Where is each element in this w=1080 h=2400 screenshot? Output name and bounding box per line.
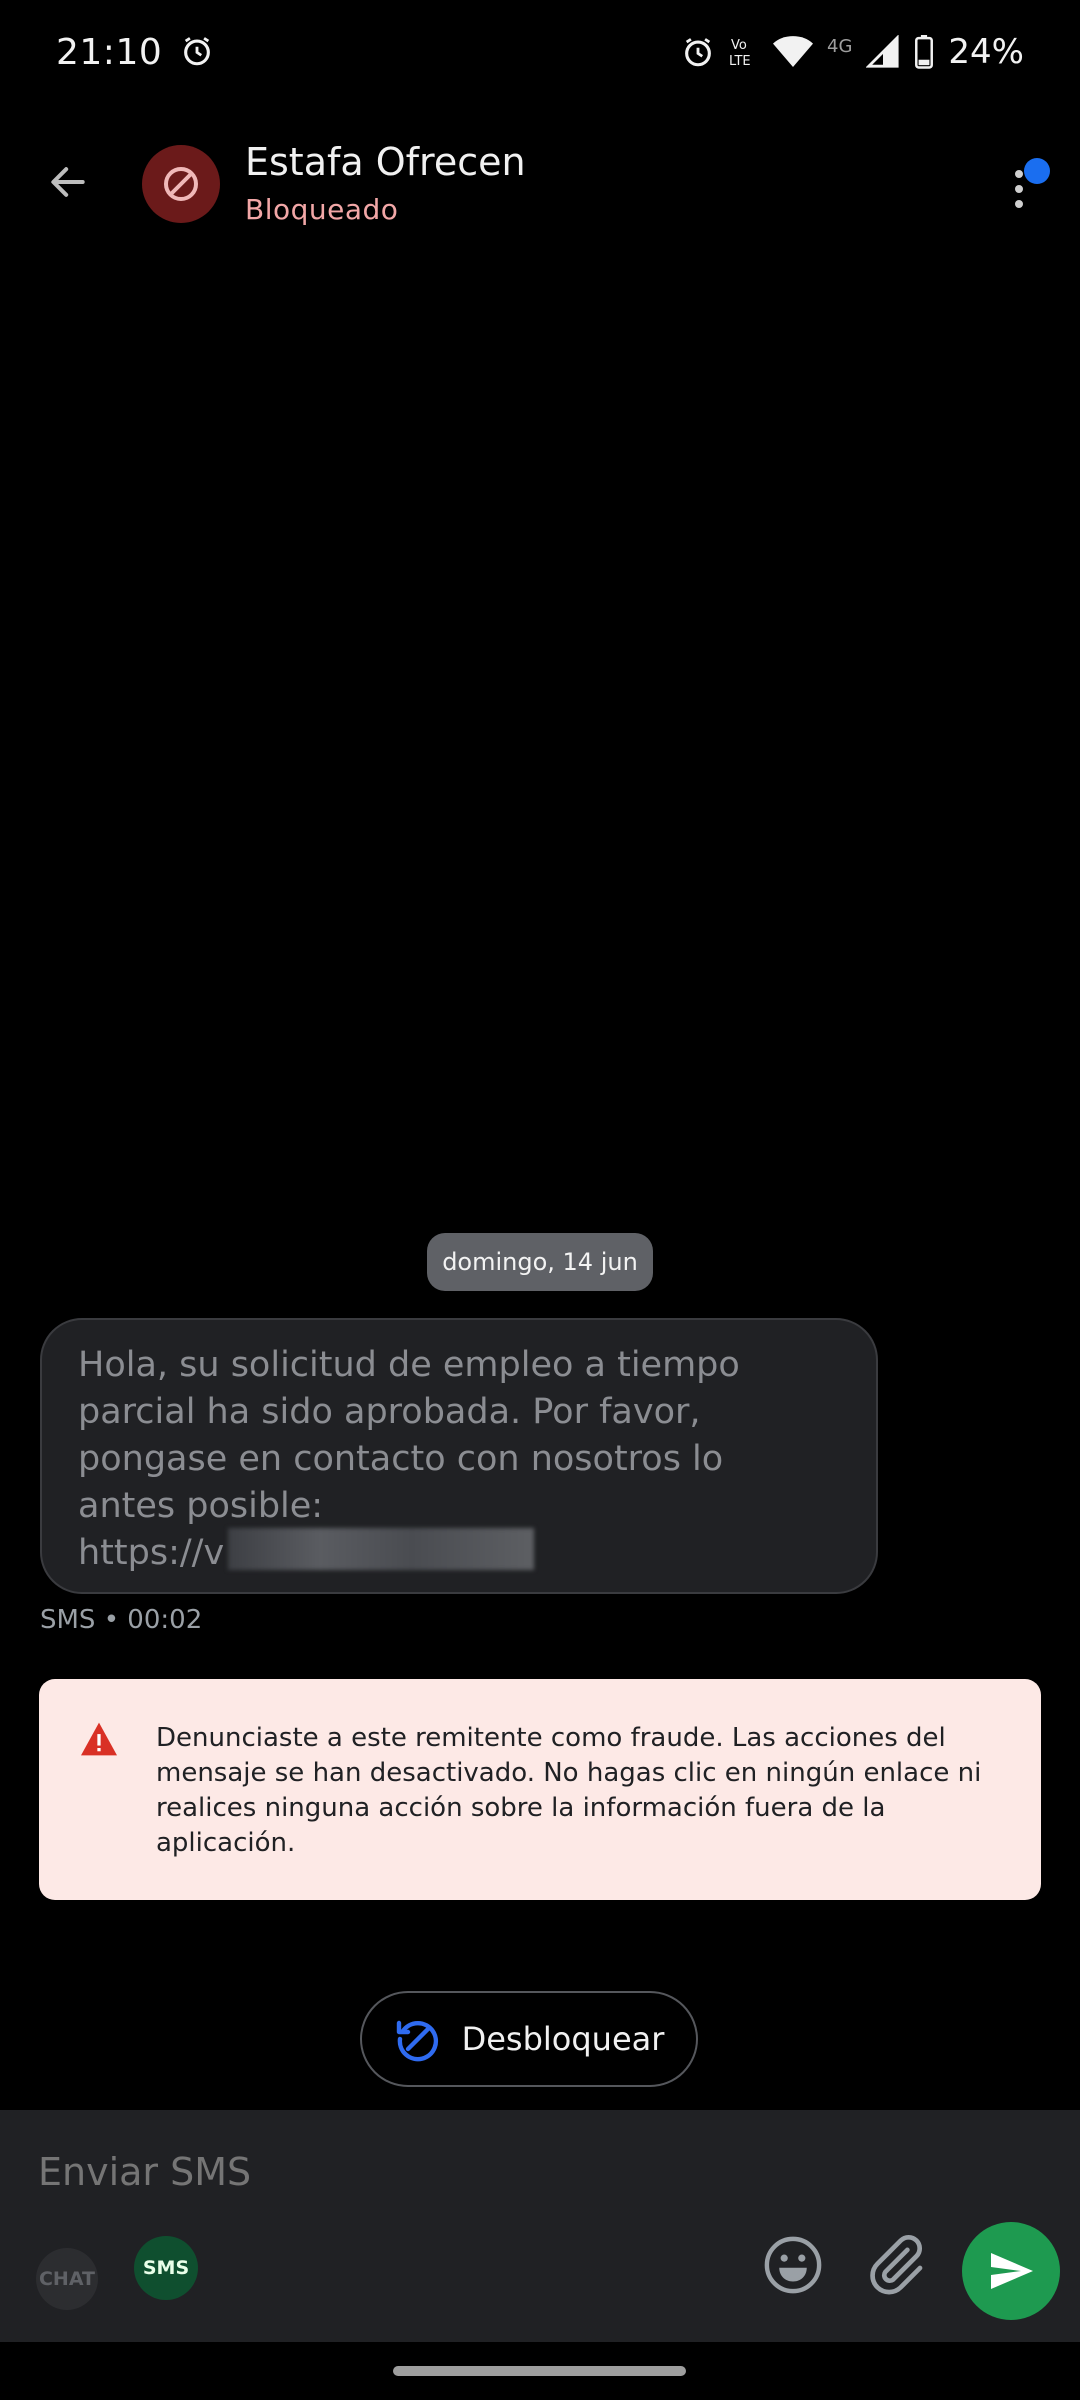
unblock-button[interactable]: Desbloquear — [360, 1991, 698, 2087]
chat-mode-button[interactable]: CHAT — [36, 2248, 98, 2310]
svg-text:LTE: LTE — [729, 54, 751, 69]
message-input[interactable] — [38, 2150, 738, 2194]
emoji-icon — [764, 2236, 822, 2294]
battery-icon — [915, 35, 934, 69]
message-meta: SMS • 00:02 — [40, 1605, 203, 1635]
message-bubble[interactable]: Hola, su solicitud de empleo a tiempo pa… — [40, 1318, 878, 1594]
blocked-icon — [164, 167, 198, 201]
paperclip-icon — [870, 2234, 923, 2295]
contact-status: Bloqueado — [245, 193, 399, 226]
svg-text:Vo: Vo — [731, 38, 747, 53]
more-options-button[interactable] — [1000, 150, 1060, 220]
volte-icon: VoLTE — [729, 38, 751, 69]
avatar[interactable] — [142, 145, 220, 223]
battery-level: 24% — [948, 32, 1024, 72]
network-type: 4G — [827, 36, 853, 57]
back-button[interactable] — [36, 150, 100, 214]
notification-dot — [1024, 158, 1050, 184]
alarm-icon — [685, 38, 711, 67]
more-vert-icon-dot — [1015, 200, 1023, 208]
fraud-warning-banner: Denunciaste a este remitente como fraude… — [39, 1679, 1041, 1900]
wifi-icon — [773, 36, 814, 67]
status-icons: Vo LTE 4G 24% — [681, 32, 1024, 72]
redacted-link-overlay — [228, 1528, 534, 1570]
arrow-back-icon — [51, 167, 85, 197]
more-vert-icon — [1015, 170, 1023, 178]
unblock-icon — [396, 2020, 438, 2062]
signal-icon — [866, 35, 900, 68]
attach-button[interactable] — [862, 2232, 928, 2298]
send-icon — [991, 2253, 1033, 2289]
more-vert-icon-dot — [1015, 185, 1023, 193]
alarm-icon — [184, 37, 211, 66]
status-time: 21:10 — [56, 32, 214, 73]
unblock-label: Desbloquear — [461, 2020, 665, 2058]
send-button[interactable] — [962, 2222, 1060, 2320]
contact-name[interactable]: Estafa Ofrecen — [245, 140, 526, 184]
home-indicator[interactable] — [393, 2366, 686, 2376]
sms-mode-button[interactable]: SMS — [134, 2236, 198, 2300]
emoji-button[interactable] — [760, 2232, 826, 2298]
date-separator: domingo, 14 jun — [427, 1233, 653, 1291]
warning-text: Denunciaste a este remitente como fraude… — [156, 1723, 982, 1858]
warning-icon — [81, 1722, 117, 1756]
compose-bar: CHAT SMS — [0, 2110, 1080, 2342]
